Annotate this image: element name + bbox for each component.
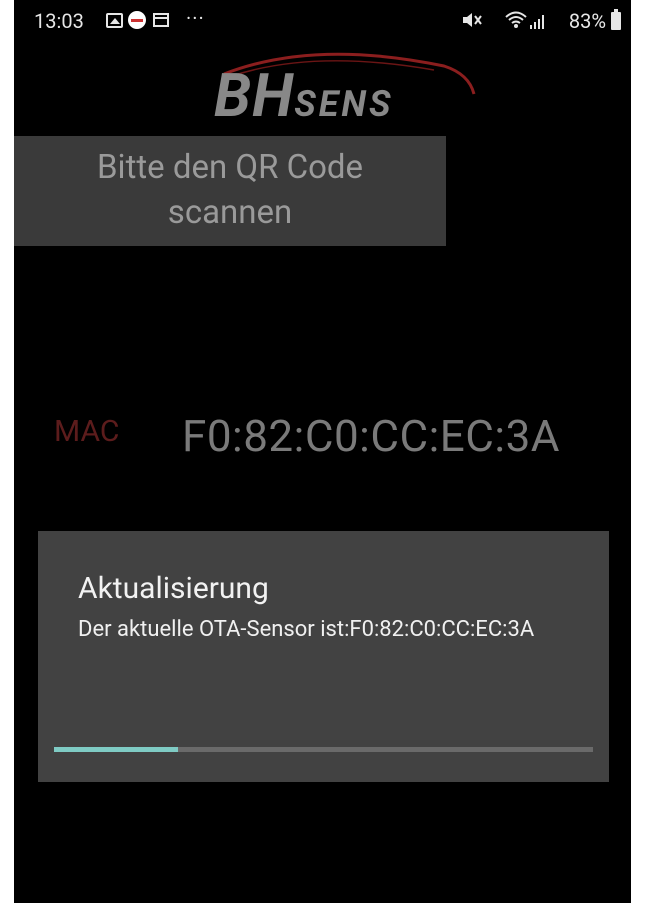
qr-scan-prompt-text: Bitte den QR Code scannen — [96, 148, 363, 232]
qr-scan-prompt[interactable]: Bitte den QR Code scannen — [14, 136, 446, 246]
logo-text: BHSENS — [214, 60, 394, 131]
dialog-title: Aktualisierung — [78, 571, 269, 606]
battery-icon — [611, 9, 621, 30]
calendar-icon — [153, 13, 169, 27]
gallery-icon — [106, 13, 123, 28]
mac-value: F0:82:C0:CC:EC:3A — [182, 410, 561, 462]
battery-percentage: 83% — [568, 9, 606, 33]
status-time: 13:03 — [34, 9, 84, 33]
update-progress-dialog: Aktualisierung Der aktuelle OTA-Sensor i… — [38, 531, 609, 782]
mac-label: MAC — [54, 414, 120, 449]
progress-bar-fill — [54, 747, 178, 752]
bhsens-logo: BHSENS — [194, 44, 484, 129]
wifi-icon — [504, 10, 528, 35]
app-notification-icon — [128, 11, 146, 29]
screen: 13:03 ··· 83% BHSENS Bitte den QR Code s… — [14, 0, 631, 903]
mute-icon — [461, 10, 483, 35]
more-icon: ··· — [186, 6, 205, 30]
status-bar: 13:03 ··· 83% — [14, 0, 631, 44]
progress-bar — [54, 747, 593, 752]
signal-icon — [530, 15, 546, 29]
dialog-message: Der aktuelle OTA-Sensor ist:F0:82:C0:CC:… — [78, 617, 535, 642]
